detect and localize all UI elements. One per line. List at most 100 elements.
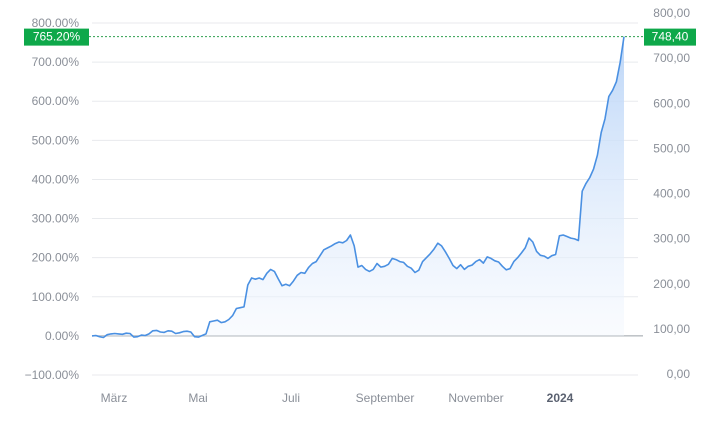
data-point — [240, 307, 241, 308]
current-price-label: 748,40 — [652, 30, 689, 44]
data-point — [278, 278, 279, 279]
data-point — [221, 322, 222, 323]
y-right-tick-label: 600,00 — [653, 96, 690, 110]
y-right-tick-label: 400,00 — [653, 187, 690, 201]
data-point — [574, 238, 575, 239]
data-point — [604, 118, 605, 119]
series-area — [92, 36, 624, 338]
price-chart: 800.00% 700.00% 600.00% 500.00% 400.00% 300.0… — [24, 6, 696, 405]
data-point — [236, 308, 237, 309]
data-point — [217, 320, 218, 321]
data-point — [247, 284, 248, 285]
data-point — [194, 336, 195, 337]
y-right-tick-label: 100,00 — [653, 322, 690, 336]
data-point — [623, 36, 624, 37]
data-point — [133, 337, 134, 338]
data-point — [137, 336, 138, 337]
data-point — [399, 261, 400, 262]
y-left-tick-label: 500.00% — [32, 133, 80, 147]
y-right-tick-label: 0,00 — [667, 367, 691, 381]
data-point — [407, 266, 408, 267]
data-point — [608, 96, 609, 97]
data-point — [509, 268, 510, 269]
data-point — [373, 269, 374, 270]
data-point — [589, 177, 590, 178]
data-point — [441, 245, 442, 246]
data-point — [312, 263, 313, 264]
data-point — [350, 234, 351, 235]
data-point — [304, 273, 305, 274]
x-tick-label: März — [101, 391, 128, 405]
data-point — [506, 269, 507, 270]
data-point — [456, 268, 457, 269]
data-point — [502, 266, 503, 267]
data-point — [525, 247, 526, 248]
data-point — [426, 257, 427, 258]
data-point — [392, 258, 393, 259]
data-point — [563, 234, 564, 235]
data-point — [297, 275, 298, 276]
data-point — [160, 331, 161, 332]
data-point — [357, 267, 358, 268]
data-point — [430, 253, 431, 254]
data-point — [544, 256, 545, 257]
data-point — [361, 265, 362, 266]
data-point — [114, 333, 115, 334]
right-axis: 800,00 700,00 600,00 500,00 400,00 300,00 200,… — [653, 6, 690, 381]
data-point — [259, 277, 260, 278]
data-point — [202, 335, 203, 336]
data-point — [593, 168, 594, 169]
data-point — [528, 238, 529, 239]
data-point — [559, 235, 560, 236]
data-point — [513, 261, 514, 262]
data-point — [475, 261, 476, 262]
data-point — [498, 261, 499, 262]
data-point — [270, 269, 271, 270]
x-tick-label: 2024 — [547, 391, 574, 405]
data-point — [308, 267, 309, 268]
data-point — [183, 331, 184, 332]
data-point — [331, 245, 332, 246]
data-point — [494, 260, 495, 261]
y-left-tick-label: 200.00% — [32, 251, 80, 265]
data-point — [578, 240, 579, 241]
data-point — [122, 334, 123, 335]
y-left-tick-label: 400.00% — [32, 172, 80, 186]
data-point — [532, 241, 533, 242]
data-point — [316, 261, 317, 262]
x-tick-label: September — [356, 391, 415, 405]
data-point — [612, 90, 613, 91]
data-point — [437, 243, 438, 244]
data-point — [570, 238, 571, 239]
data-point — [190, 331, 191, 332]
y-right-tick-label: 500,00 — [653, 141, 690, 155]
data-point — [95, 335, 96, 336]
data-point — [517, 257, 518, 258]
data-point — [490, 258, 491, 259]
data-point — [179, 332, 180, 333]
current-percent-badge: 765.20% — [24, 28, 89, 46]
data-point — [251, 277, 252, 278]
data-point — [376, 263, 377, 264]
data-point — [620, 62, 621, 63]
data-point — [479, 259, 480, 260]
data-point — [585, 183, 586, 184]
data-point — [582, 191, 583, 192]
data-point — [452, 265, 453, 266]
data-point — [411, 268, 412, 269]
y-left-tick-label: 600.00% — [32, 94, 80, 108]
data-point — [338, 241, 339, 242]
data-point — [175, 333, 176, 334]
data-point — [171, 331, 172, 332]
data-point — [293, 281, 294, 282]
data-point — [616, 81, 617, 82]
y-right-tick-label: 200,00 — [653, 277, 690, 291]
data-point — [597, 155, 598, 156]
data-point — [460, 264, 461, 265]
data-point — [369, 271, 370, 272]
data-point — [323, 249, 324, 250]
data-point — [255, 279, 256, 280]
data-point — [129, 333, 130, 334]
data-point — [468, 266, 469, 267]
y-right-tick-label: 700,00 — [653, 51, 690, 65]
